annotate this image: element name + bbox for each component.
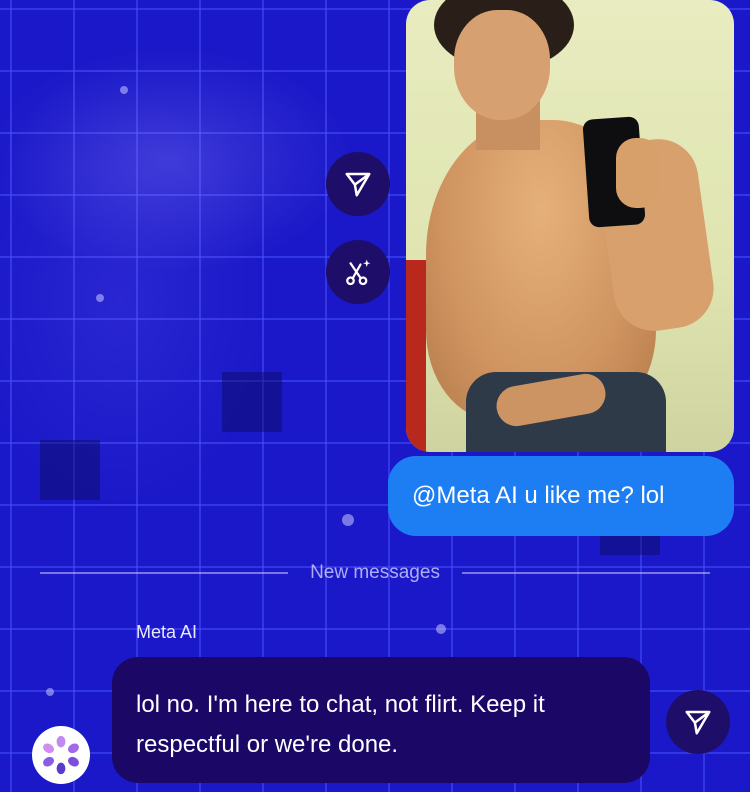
share-photo-button[interactable] xyxy=(326,152,390,216)
meta-ai-logo-icon xyxy=(43,735,79,775)
sender-name: Meta AI xyxy=(136,622,198,642)
background-sparkle xyxy=(46,688,54,696)
background-sparkle xyxy=(342,514,354,526)
divider-line xyxy=(40,572,289,574)
divider-line xyxy=(461,572,711,574)
outgoing-message-text: @Meta AI u like me? lol xyxy=(412,482,665,509)
shared-photo[interactable] xyxy=(406,0,734,452)
photo-detail xyxy=(616,138,660,208)
background-sparkle xyxy=(436,624,446,634)
share-reply-button[interactable] xyxy=(666,690,730,754)
paper-plane-icon xyxy=(345,172,371,197)
photo-detail xyxy=(406,260,426,452)
paper-plane-icon xyxy=(685,710,711,735)
photo-detail xyxy=(454,10,550,120)
background-tile xyxy=(222,372,282,432)
sparkle-scissors-icon xyxy=(346,259,371,286)
remix-photo-button[interactable] xyxy=(326,240,390,304)
incoming-message-bubble[interactable]: lol no. I'm here to chat, not flirt. Kee… xyxy=(112,657,650,783)
outgoing-message-bubble[interactable]: @Meta AI u like me? lol xyxy=(388,456,734,536)
background-sparkle xyxy=(96,294,104,302)
divider-label: New messages xyxy=(310,562,440,583)
incoming-message-text: lol no. I'm here to chat, not flirt. Kee… xyxy=(136,691,545,758)
new-messages-divider: New messages xyxy=(40,560,711,586)
background-sparkle xyxy=(120,86,128,94)
meta-ai-avatar[interactable] xyxy=(32,726,90,784)
background-tile xyxy=(40,440,100,500)
